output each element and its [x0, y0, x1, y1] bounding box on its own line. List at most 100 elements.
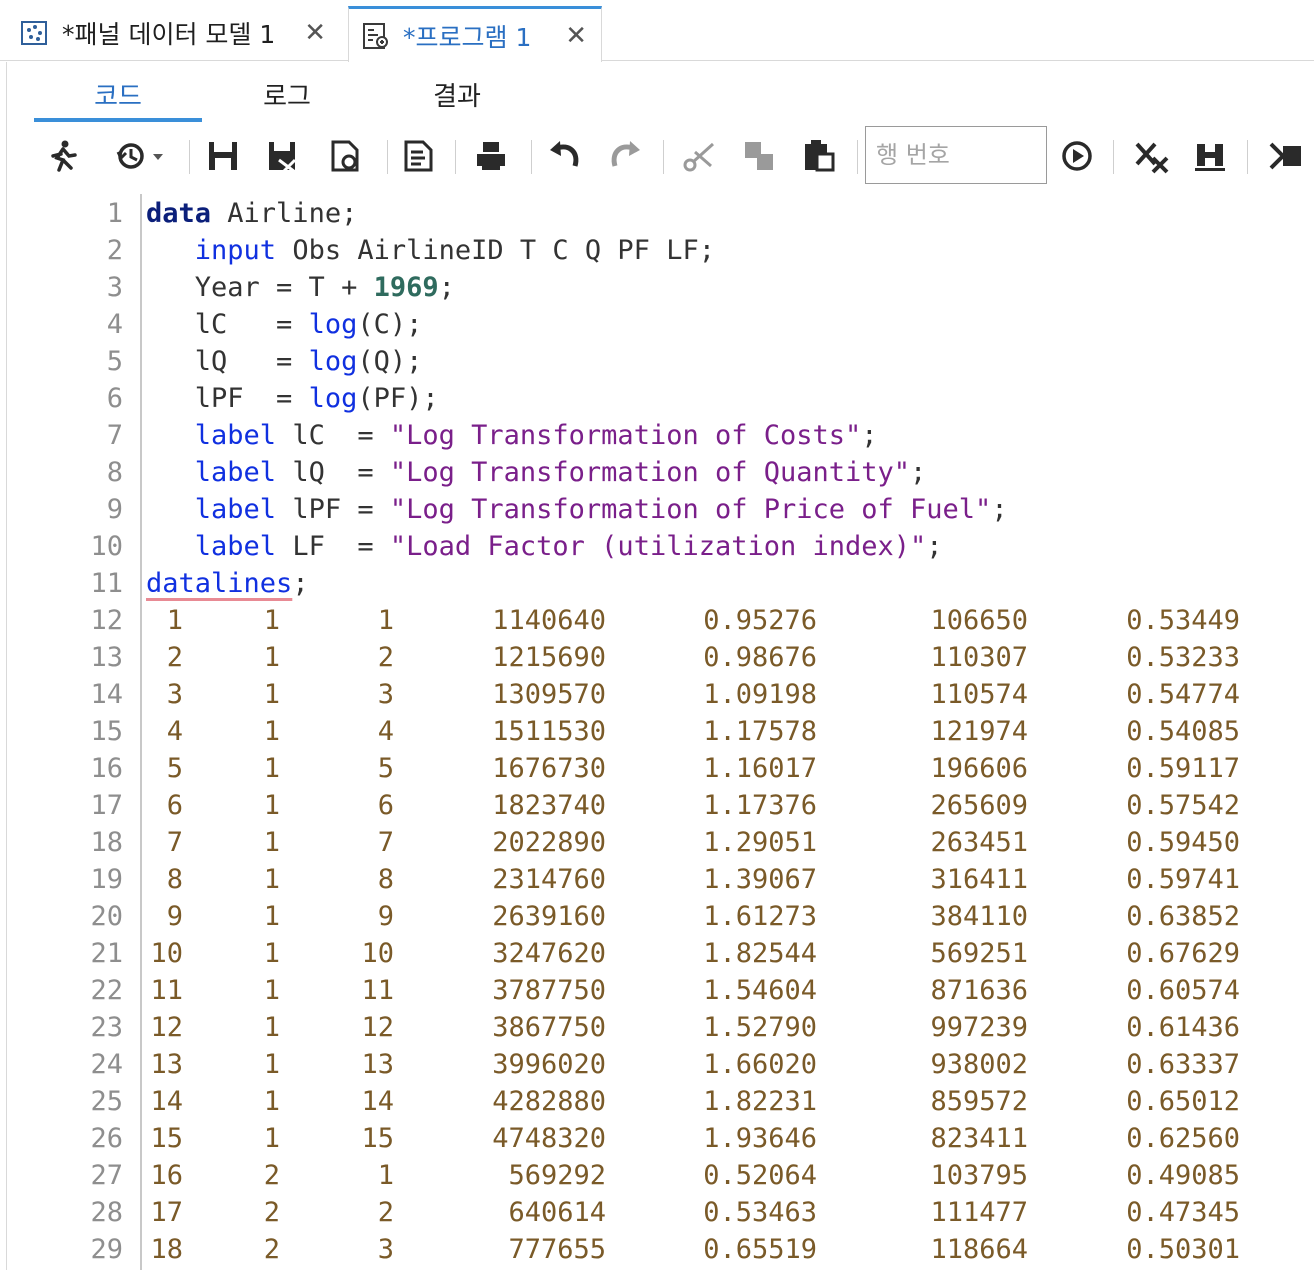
paste-icon[interactable]	[801, 138, 837, 174]
undo-icon[interactable]	[547, 138, 583, 174]
tab-results[interactable]: 결과	[372, 76, 542, 120]
data-line: 23 12 1 12 3867750 1.52790 997239 0.61436	[7, 1009, 1314, 1046]
data-line: 21 10 1 10 3247620 1.82544 569251 0.67629	[7, 935, 1314, 972]
tab-panel-data-model[interactable]: *패널 데이터 모델 1 ✕	[8, 6, 340, 60]
line-number: 25	[90, 1086, 123, 1117]
line-number: 28	[90, 1197, 123, 1228]
data-value: 569292	[508, 1160, 606, 1191]
data-value: 0.53233	[1126, 642, 1240, 673]
data-value: 823411	[930, 1123, 1028, 1154]
data-value: 12	[150, 1012, 183, 1043]
tab-label: *패널 데이터 모델 1	[62, 20, 276, 49]
line-number: 24	[90, 1049, 123, 1080]
code-editor[interactable]: 1 data Airline; 2 input Obs AirlineID T C …	[7, 194, 1314, 1270]
close-icon[interactable]: ✕	[304, 18, 326, 48]
data-value: 1	[263, 975, 280, 1006]
code-text: label lC = "Log Transformation of Costs"…	[146, 417, 878, 454]
data-value: 0.59450	[1126, 827, 1240, 858]
panel-data-model-icon	[20, 18, 50, 48]
tab-code[interactable]: 코드	[34, 76, 202, 120]
data-value: 1.29051	[703, 827, 817, 858]
data-value: 871636	[930, 975, 1028, 1006]
line-number: 29	[90, 1234, 123, 1265]
toolbar-separator	[857, 140, 858, 174]
line-number: 19	[90, 864, 123, 895]
data-value: 196606	[930, 753, 1028, 784]
toolbar-separator	[663, 140, 664, 174]
data-value: 8	[377, 864, 394, 895]
data-line: 29 18 2 3 777655 0.65519 118664 0.50301	[7, 1231, 1314, 1268]
data-line: 20 9 1 9 2639160 1.61273 384110 0.63852	[7, 898, 1314, 935]
code-token: ;	[438, 272, 455, 303]
code-line: 1 data Airline;	[7, 195, 1314, 232]
code-token: (PF);	[357, 383, 439, 414]
data-value: 1.39067	[703, 864, 817, 895]
data-value: 1.61273	[703, 901, 817, 932]
tab-log[interactable]: 로그	[202, 76, 372, 120]
clear-icon[interactable]	[1133, 138, 1169, 174]
document-tab-bar: *패널 데이터 모델 1 ✕ *프로그램 1 ✕	[0, 0, 1314, 62]
expand-icon[interactable]	[1267, 138, 1303, 174]
code-token: (Q);	[357, 346, 423, 377]
run-icon[interactable]	[45, 138, 81, 174]
data-value: 15	[361, 1123, 394, 1154]
copy-icon[interactable]	[741, 138, 777, 174]
cut-icon[interactable]	[681, 138, 717, 174]
data-value: 1676730	[492, 753, 606, 784]
data-value: 1	[377, 1160, 394, 1191]
data-value: 569251	[930, 938, 1028, 969]
close-icon[interactable]: ✕	[565, 21, 587, 51]
tab-program[interactable]: *프로그램 1 ✕	[348, 6, 602, 62]
data-value: 10	[361, 938, 394, 969]
data-value: 2	[263, 1197, 280, 1228]
toolbar-separator	[189, 140, 190, 174]
data-value: 2314760	[492, 864, 606, 895]
data-value: 1	[263, 642, 280, 673]
data-value: 640614	[508, 1197, 606, 1228]
data-value: 0.62560	[1126, 1123, 1240, 1154]
data-value: 1140640	[492, 605, 606, 636]
code-token: label	[194, 457, 277, 488]
save-as-icon[interactable]	[265, 138, 301, 174]
line-number: 18	[90, 827, 123, 858]
data-value: 2	[263, 1160, 280, 1191]
data-value: 3787750	[492, 975, 606, 1006]
data-line: 19 8 1 8 2314760 1.39067 316411 0.59741	[7, 861, 1314, 898]
format-icon[interactable]	[401, 138, 437, 174]
redo-icon[interactable]	[607, 138, 643, 174]
code-token: label	[194, 494, 277, 525]
data-value: 1511530	[492, 716, 606, 747]
code-text: label LF = "Load Factor (utilization ind…	[146, 528, 943, 565]
line-number: 12	[90, 605, 123, 636]
data-value: 0.59117	[1126, 753, 1240, 784]
data-value: 14	[361, 1086, 394, 1117]
export-icon[interactable]	[327, 138, 363, 174]
line-number-input[interactable]	[865, 126, 1047, 184]
history-icon[interactable]	[113, 138, 169, 174]
save-icon[interactable]	[205, 138, 241, 174]
code-token: (C);	[357, 309, 423, 340]
data-value: 0.59741	[1126, 864, 1240, 895]
analyze-icon[interactable]	[1193, 138, 1229, 174]
data-value: 1	[263, 605, 280, 636]
print-icon[interactable]	[473, 138, 509, 174]
code-line: 3 Year = T + 1969;	[7, 269, 1314, 306]
data-value: 2	[377, 642, 394, 673]
code-token: ;	[926, 531, 943, 562]
line-number: 21	[90, 938, 123, 969]
data-value: 1215690	[492, 642, 606, 673]
data-value: 263451	[930, 827, 1028, 858]
data-value: 384110	[930, 901, 1028, 932]
code-token: Airline;	[211, 198, 358, 229]
line-number: 9	[106, 494, 123, 525]
data-value: 10	[150, 938, 183, 969]
submit-line-icon[interactable]	[1059, 138, 1095, 174]
line-number: 1	[106, 198, 123, 229]
view-tabs: 코드 로그 결과	[7, 62, 1314, 126]
data-value: 9	[150, 901, 183, 932]
data-value: 4	[150, 716, 183, 747]
code-text: lPF = log(PF);	[146, 380, 439, 417]
data-line: 15 4 1 4 1511530 1.17578 121974 0.54085	[7, 713, 1314, 750]
data-value: 1	[263, 790, 280, 821]
